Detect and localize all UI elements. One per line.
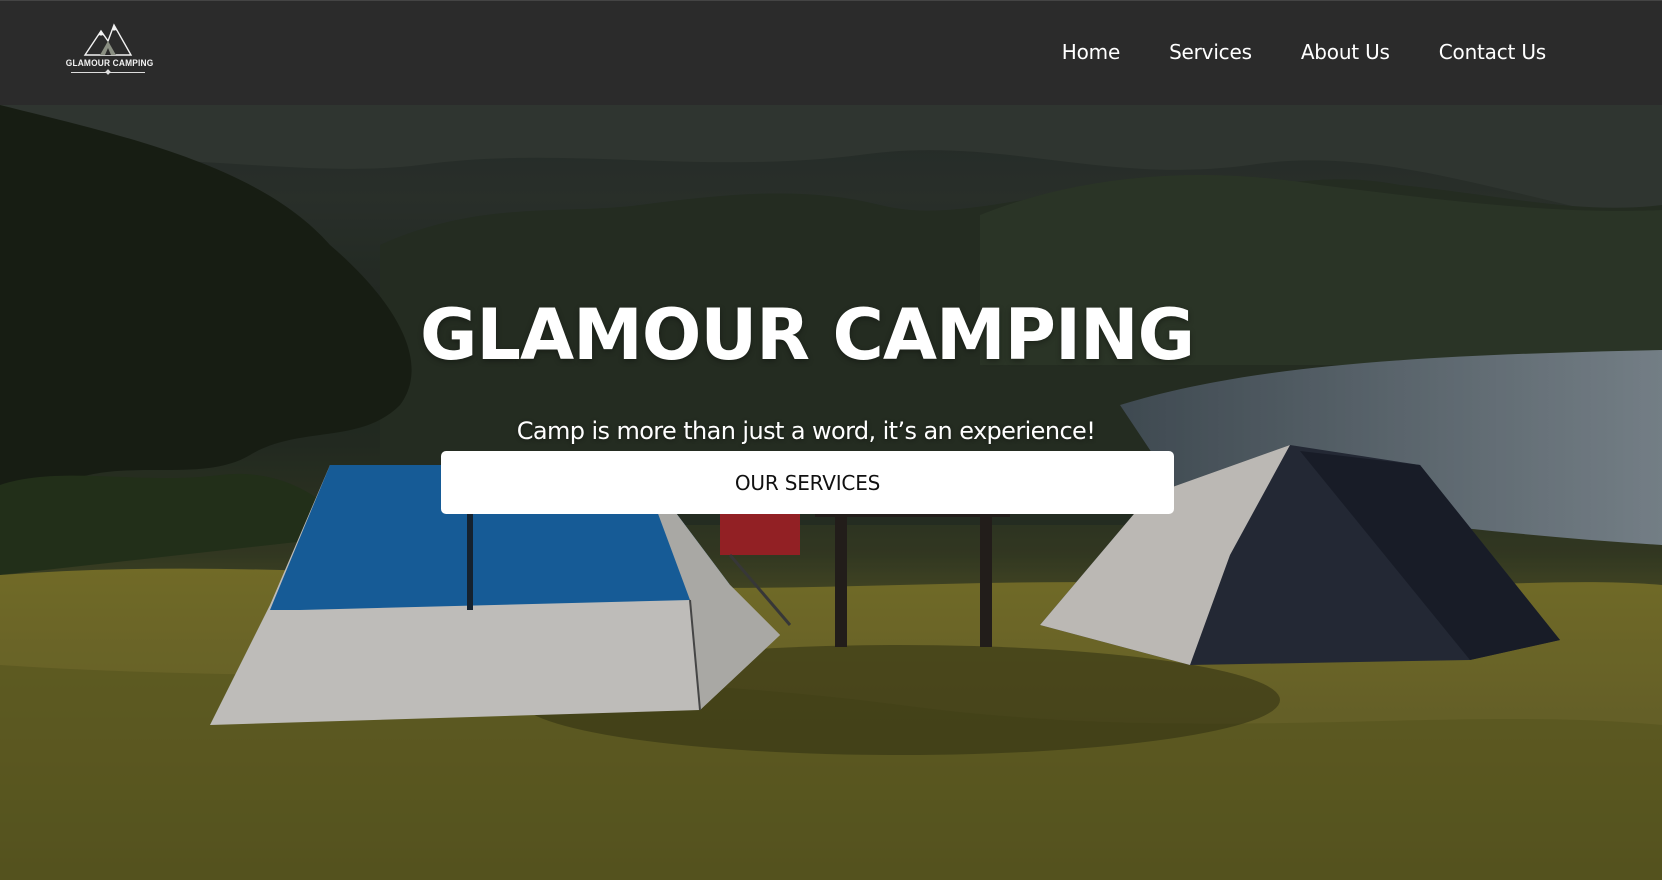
nav-about-link[interactable]: About Us bbox=[1301, 39, 1390, 65]
nav-services-link[interactable]: Services bbox=[1169, 39, 1252, 65]
mountain-tent-icon bbox=[83, 23, 133, 56]
hero-title: GLAMOUR CAMPING bbox=[419, 294, 1195, 376]
hero-subtitle: Camp is more than just a word, it’s an e… bbox=[516, 417, 1096, 445]
brand-logo[interactable]: GLAMOUR CAMPING bbox=[60, 23, 156, 83]
hero-section: GLAMOUR CAMPING Camp is more than just a… bbox=[0, 105, 1662, 880]
logo-text: GLAMOUR CAMPING bbox=[65, 58, 154, 69]
nav-home-link[interactable]: Home bbox=[1062, 39, 1120, 65]
navbar: GLAMOUR CAMPING Home Services About Us C… bbox=[0, 0, 1662, 105]
nav-contact-link[interactable]: Contact Us bbox=[1439, 39, 1546, 65]
logo-divider bbox=[71, 72, 145, 73]
main-nav: Home Services About Us Contact Us bbox=[1062, 39, 1546, 65]
our-services-button[interactable]: OUR SERVICES bbox=[441, 451, 1174, 514]
